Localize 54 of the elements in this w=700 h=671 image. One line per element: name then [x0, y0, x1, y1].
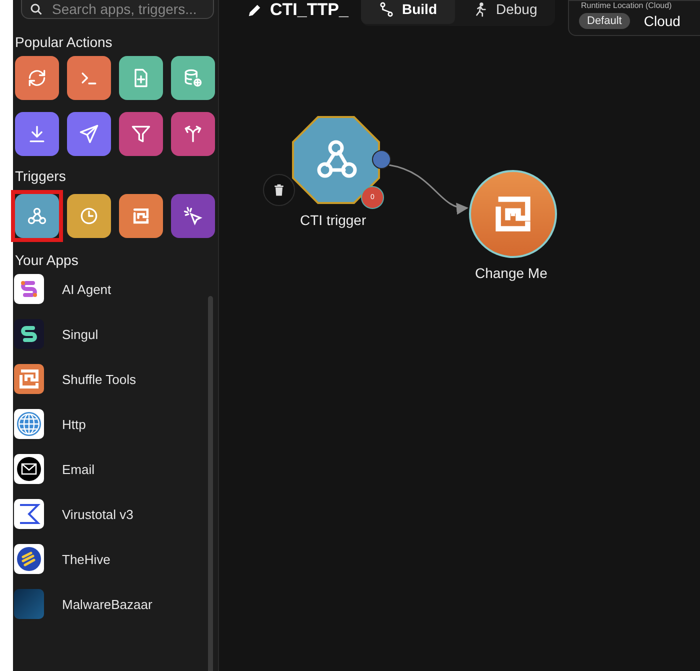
trigger-tile[interactable]: [11, 190, 63, 242]
pencil-icon[interactable]: [247, 2, 262, 18]
trigger-node[interactable]: [291, 115, 381, 205]
cursor-click-icon: [182, 205, 204, 227]
action-tile[interactable]: [119, 56, 163, 100]
webhook-icon: [26, 205, 48, 227]
action-tile[interactable]: [119, 112, 163, 156]
app-list-item[interactable]: MalwareBazaar: [13, 589, 218, 619]
workflow-name[interactable]: CTI_TTP_: [270, 0, 348, 20]
action-tile[interactable]: [15, 112, 59, 156]
section-title: Triggers: [14, 168, 67, 184]
app-list-item[interactable]: Shuffle Tools: [13, 364, 218, 394]
mode-tab[interactable]: Build: [361, 0, 455, 24]
clock-icon: [78, 205, 100, 227]
action-tile[interactable]: [67, 112, 111, 156]
app-list-item[interactable]: TheHive: [13, 544, 218, 574]
section-title: Your Apps: [14, 252, 80, 268]
filter-icon: [130, 123, 152, 145]
send-icon: [78, 123, 100, 145]
action-tile[interactable]: [15, 56, 59, 100]
scrollbar[interactable]: [208, 296, 213, 671]
node-label: Change Me: [475, 265, 548, 281]
search-field[interactable]: Search apps, triggers...: [21, 0, 214, 19]
app-list-item[interactable]: Virustotal v3: [13, 499, 218, 529]
runner-icon: [473, 2, 488, 16]
database-plus-icon: [182, 67, 204, 89]
mode-tab[interactable]: Debug: [455, 0, 556, 24]
app-list-item[interactable]: Http: [13, 409, 218, 439]
output-port[interactable]: [372, 150, 391, 169]
globe-icon: [14, 409, 44, 439]
s-logo-icon: [14, 274, 44, 304]
s-logo-icon: [14, 319, 44, 349]
bracket-logo-icon: [14, 364, 44, 394]
chevron-logo-icon: [14, 499, 44, 529]
refresh-icon: [26, 67, 48, 89]
delete-button[interactable]: [263, 174, 295, 206]
photo-placeholder: [14, 589, 44, 619]
envelope-icon: [14, 454, 44, 484]
runtime-option[interactable]: Cloud: [636, 11, 688, 31]
action-tile[interactable]: [171, 112, 215, 156]
section-title: Popular Actions: [14, 34, 114, 50]
search-icon: [30, 3, 42, 15]
runtime-label: Runtime Location (Cloud): [580, 1, 672, 11]
app-list-item[interactable]: Singul: [13, 319, 218, 349]
node-label: CTI trigger: [300, 212, 366, 228]
action-tile[interactable]: [171, 56, 215, 100]
merge-arrow-icon: [182, 123, 204, 145]
hive-logo-icon: [14, 544, 44, 574]
trash-icon: [272, 182, 286, 198]
app-list-item[interactable]: AI Agent: [13, 274, 218, 304]
route-icon: [379, 2, 394, 16]
runtime-option[interactable]: Default: [579, 13, 630, 29]
app-list-item[interactable]: Email: [13, 454, 218, 484]
action-tile[interactable]: [67, 56, 111, 100]
